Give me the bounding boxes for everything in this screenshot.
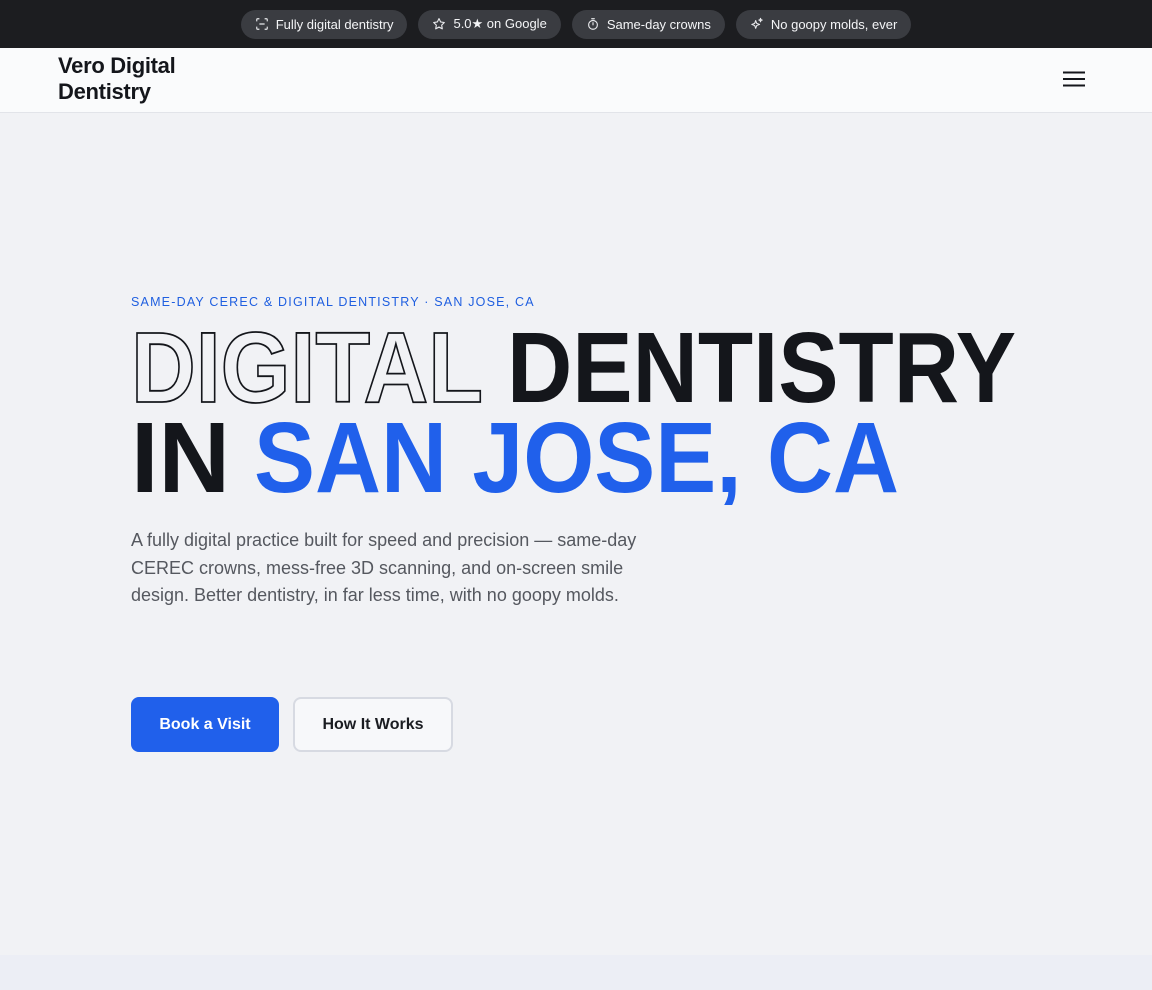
- announcement-label: No goopy molds, ever: [770, 16, 898, 32]
- announcement-pill-digital: Fully digital dentistry: [240, 9, 408, 39]
- announcement-label: 5.0★ on Google: [453, 16, 547, 31]
- scan-icon: [255, 18, 268, 30]
- hero-description: A fully digital practice built for speed…: [131, 530, 637, 605]
- site-header: Vero Digital Dentistry: [0, 48, 1152, 113]
- brand-line-2: Dentistry: [58, 79, 151, 104]
- headline-location: SAN JOSE, CA: [254, 402, 899, 505]
- announcement-bar: Fully digital dentistry 5.0★ on Google S…: [0, 0, 1152, 48]
- hero-headline: DIGITAL DENTISTRY IN SAN JOSE, CA: [131, 315, 1131, 505]
- hero-eyebrow: SAME-DAY CEREC & DIGITAL DENTISTRY · SAN…: [131, 295, 535, 309]
- brand-logo[interactable]: Vero Digital Dentistry: [58, 53, 176, 105]
- next-section-edge: [0, 955, 1152, 990]
- brand-line-1: Vero Digital: [58, 53, 176, 78]
- headline-in: IN: [131, 402, 230, 505]
- announcement-pill-molds: No goopy molds, ever: [735, 9, 912, 39]
- timer-icon: [587, 18, 598, 30]
- hamburger-menu-icon: [1063, 71, 1085, 87]
- star-icon: [433, 18, 446, 30]
- book-visit-button[interactable]: Book a Visit: [131, 697, 279, 752]
- sparkles-icon: [751, 17, 763, 29]
- announcement-pill-rating: 5.0★ on Google: [418, 9, 561, 39]
- announcement-pill-crowns: Same-day crowns: [571, 9, 725, 39]
- menu-button[interactable]: [1058, 64, 1090, 94]
- how-it-works-button[interactable]: How It Works: [293, 697, 453, 752]
- announcement-label: Fully digital dentistry: [275, 16, 394, 32]
- hero-section: SAME-DAY CEREC & DIGITAL DENTISTRY · SAN…: [0, 113, 1152, 955]
- announcement-label: Same-day crowns: [606, 16, 711, 32]
